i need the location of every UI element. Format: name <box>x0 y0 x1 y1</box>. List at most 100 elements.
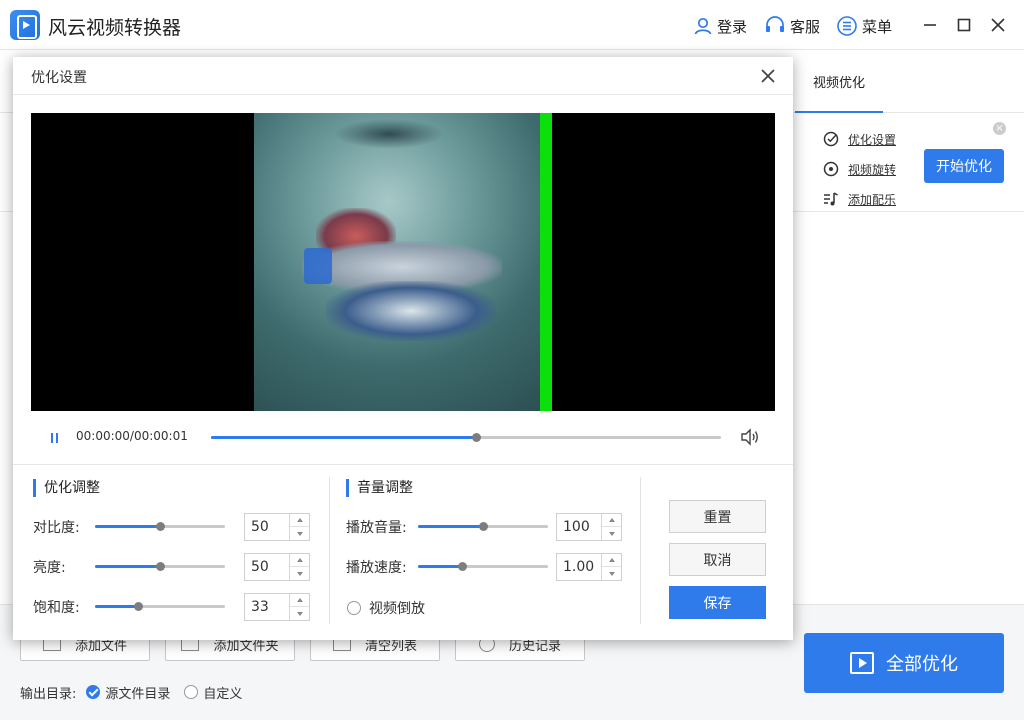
progress-fill <box>211 436 477 439</box>
minimize-button[interactable] <box>918 13 942 37</box>
user-icon <box>694 17 712 35</box>
video-frame <box>254 113 552 411</box>
slider-fill <box>418 525 483 528</box>
radio-icon <box>184 685 199 699</box>
check-settings-icon <box>822 130 840 148</box>
slider-handle[interactable] <box>156 562 165 571</box>
minimize-icon <box>924 24 936 26</box>
saturation-value: 33 <box>251 599 269 615</box>
slider-handle[interactable] <box>156 522 165 531</box>
rotate-icon <box>822 160 840 178</box>
chevron-up-icon <box>296 558 303 562</box>
brightness-value: 50 <box>251 559 269 575</box>
slider-fill <box>418 565 463 568</box>
app-title: 风云视频转换器 <box>48 17 182 39</box>
progress-marker <box>540 113 552 411</box>
start-optimize-button[interactable]: 开始优化 <box>924 149 1004 183</box>
pause-button[interactable] <box>49 432 61 444</box>
chevron-up-icon <box>608 518 615 522</box>
add-music-label: 添加配乐 <box>848 192 897 207</box>
output-directory-row: 输出目录: 源文件目录 自定义 <box>20 682 242 702</box>
increase-button[interactable] <box>602 514 621 527</box>
speed-spinbox[interactable]: 1.00 <box>556 553 622 581</box>
service-button[interactable]: 客服 <box>764 14 820 38</box>
chevron-up-icon <box>608 558 615 562</box>
contrast-value: 50 <box>251 519 269 535</box>
radio-icon <box>347 601 361 615</box>
decrease-button[interactable] <box>602 527 621 540</box>
chevron-down-icon <box>608 571 615 576</box>
saturation-spinbox[interactable]: 33 <box>244 593 310 621</box>
decrease-button[interactable] <box>290 527 309 540</box>
cancel-button[interactable]: 取消 <box>669 543 766 576</box>
menu-button[interactable]: 菜单 <box>836 14 892 38</box>
save-button[interactable]: 保存 <box>669 586 766 619</box>
chevron-down-icon <box>296 611 303 616</box>
panel-divider <box>13 464 793 465</box>
slider-fill <box>95 565 160 568</box>
decrease-button[interactable] <box>290 607 309 620</box>
output-custom-label: 自定义 <box>203 686 243 702</box>
maximize-button[interactable] <box>952 13 976 37</box>
rotate-video-link[interactable]: 视频旋转 <box>822 160 896 178</box>
optimize-all-label: 全部优化 <box>886 654 958 675</box>
login-label: 登录 <box>717 17 748 36</box>
play-icon <box>850 652 874 674</box>
video-preview[interactable] <box>31 113 775 411</box>
increase-button[interactable] <box>602 554 621 567</box>
brightness-spinbox[interactable]: 50 <box>244 553 310 581</box>
column-divider <box>640 477 641 624</box>
close-icon <box>761 69 775 83</box>
close-icon <box>991 18 1005 32</box>
remove-file-icon[interactable]: × <box>993 122 1006 135</box>
playback-progress-bar[interactable] <box>211 433 721 442</box>
radio-checked-icon <box>86 685 101 699</box>
slider-fill <box>95 605 138 608</box>
tab-video-optimize[interactable]: 视频优化 <box>795 51 883 113</box>
reverse-video-label: 视频倒放 <box>369 601 425 617</box>
saturation-label: 饱和度: <box>33 600 80 616</box>
increase-button[interactable] <box>290 554 309 567</box>
slider-handle[interactable] <box>133 602 143 611</box>
decrease-button[interactable] <box>602 567 621 580</box>
decrease-button[interactable] <box>290 567 309 580</box>
music-icon <box>822 190 840 208</box>
output-label: 输出目录: <box>20 686 77 702</box>
app-logo <box>10 10 40 40</box>
rotate-video-label: 视频旋转 <box>848 162 897 177</box>
menu-label: 菜单 <box>862 17 893 36</box>
chevron-down-icon <box>296 571 303 576</box>
brightness-slider[interactable] <box>95 562 225 571</box>
increase-button[interactable] <box>290 594 309 607</box>
increase-button[interactable] <box>290 514 309 527</box>
close-window-button[interactable] <box>986 13 1010 37</box>
progress-handle[interactable] <box>472 433 482 442</box>
output-source-label: 源文件目录 <box>105 686 171 702</box>
reset-button[interactable]: 重置 <box>669 500 766 533</box>
service-label: 客服 <box>790 17 821 36</box>
dialog-header: 优化设置 <box>13 57 793 95</box>
menu-icon <box>837 16 857 36</box>
slider-handle[interactable] <box>458 562 468 571</box>
volume-spinbox[interactable]: 100 <box>556 513 622 541</box>
audio-section-title: 音量调整 <box>346 479 413 497</box>
login-button[interactable]: 登录 <box>693 14 747 38</box>
speed-slider[interactable] <box>418 562 548 571</box>
dialog-close-button[interactable] <box>759 67 777 85</box>
saturation-slider[interactable] <box>95 602 225 611</box>
volume-icon[interactable] <box>740 428 760 446</box>
add-music-link[interactable]: 添加配乐 <box>822 190 896 208</box>
optimize-settings-link[interactable]: 优化设置 <box>822 130 896 148</box>
output-custom-option[interactable]: 自定义 <box>184 683 242 702</box>
dialog-title: 优化设置 <box>31 70 87 86</box>
optimize-all-button[interactable]: 全部优化 <box>804 633 1004 693</box>
speed-value: 1.00 <box>563 559 595 575</box>
slider-handle[interactable] <box>479 522 488 531</box>
contrast-slider[interactable] <box>95 522 225 531</box>
contrast-spinbox[interactable]: 50 <box>244 513 310 541</box>
chevron-up-icon <box>296 518 303 522</box>
output-source-option[interactable]: 源文件目录 <box>86 683 170 702</box>
volume-slider[interactable] <box>418 522 548 531</box>
reverse-video-option[interactable]: 视频倒放 <box>347 598 425 618</box>
brightness-label: 亮度: <box>33 560 66 576</box>
